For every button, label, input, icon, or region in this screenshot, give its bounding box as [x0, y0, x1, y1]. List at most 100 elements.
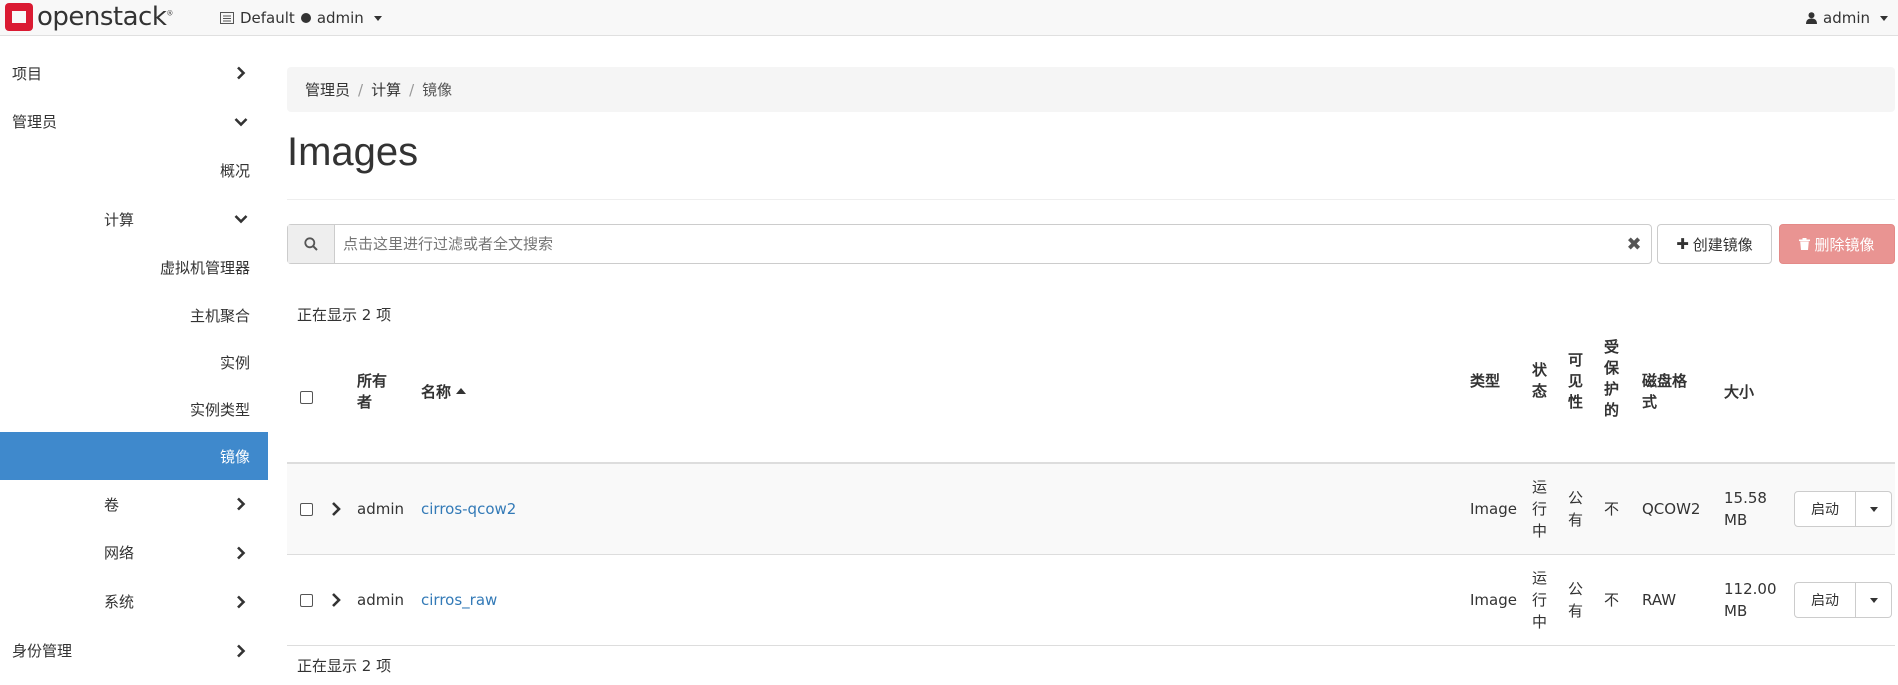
- sidebar-item[interactable]: 卷: [0, 480, 268, 528]
- search-input[interactable]: [335, 225, 1617, 263]
- chevron-down-icon: [1880, 15, 1888, 21]
- row-type: Image: [1470, 500, 1517, 518]
- sidebar-item[interactable]: 项目: [0, 49, 268, 97]
- breadcrumb-admin[interactable]: 管理员: [305, 79, 350, 100]
- col-owner[interactable]: 所有者: [357, 371, 387, 413]
- search-icon: [304, 237, 318, 251]
- create-image-button[interactable]: ✚ 创建镜像: [1657, 224, 1772, 264]
- create-image-label: 创建镜像: [1692, 235, 1753, 254]
- sidebar-item-label: 概况: [219, 162, 250, 180]
- chevron-down-icon: [373, 15, 382, 21]
- sidebar-item-label: 项目: [12, 64, 43, 83]
- divider: [287, 199, 1895, 200]
- chevron-right-icon: [237, 497, 246, 511]
- project-name: admin: [316, 9, 364, 27]
- table-row: admin cirros_raw Image 运行中 公有 不 RAW 112.…: [287, 555, 1895, 646]
- col-protected[interactable]: 受保护的: [1604, 337, 1619, 421]
- sidebar-item[interactable]: 计算: [0, 195, 268, 243]
- sidebar-item-label: 主机聚合: [189, 306, 250, 325]
- row-disk-format: QCOW2: [1642, 500, 1701, 518]
- sidebar-item[interactable]: 实例类型: [0, 386, 268, 432]
- clear-search-icon[interactable]: ✖: [1617, 225, 1651, 263]
- chevron-right-icon: [237, 546, 246, 559]
- breadcrumb-images: 镜像: [422, 81, 453, 99]
- sidebar-item[interactable]: 镜像: [0, 432, 268, 480]
- user-menu[interactable]: admin: [1806, 0, 1888, 36]
- chevron-right-icon: [237, 595, 246, 608]
- row-size: 15.58 MB: [1724, 489, 1767, 529]
- row-status: 运行中: [1532, 569, 1548, 631]
- col-visibility[interactable]: 可见性: [1568, 350, 1583, 413]
- item-count-bottom: 正在显示 2 项: [297, 657, 392, 675]
- sidebar-item-label: 身份管理: [12, 642, 73, 660]
- row-protected: 不: [1604, 500, 1620, 518]
- domain-name: Default: [240, 9, 295, 27]
- sidebar-item-label: 系统: [104, 593, 135, 611]
- row-status: 运行中: [1532, 478, 1548, 540]
- project-selector[interactable]: Default admin: [220, 0, 382, 36]
- col-type[interactable]: 类型: [1470, 371, 1500, 392]
- row-owner: admin: [357, 591, 404, 609]
- sidebar-item-label: 管理员: [12, 113, 58, 131]
- chevron-right-icon[interactable]: [330, 593, 342, 607]
- row-protected: 不: [1604, 591, 1620, 609]
- plus-icon: ✚: [1676, 235, 1689, 253]
- chevron-right-icon: [237, 66, 246, 80]
- sidebar-item[interactable]: 虚拟机管理器: [0, 243, 268, 292]
- chevron-right-icon: [237, 644, 246, 657]
- row-select-checkbox[interactable]: [300, 503, 313, 516]
- chevron-down-icon: [234, 117, 248, 126]
- sidebar: 项目管理员概况计算虚拟机管理器主机聚合实例实例类型镜像卷网络系统身份管理: [0, 49, 268, 675]
- sidebar-item[interactable]: 管理员: [0, 97, 268, 146]
- row-name-link[interactable]: cirros_raw: [421, 589, 497, 611]
- table-row: admin cirros-qcow2 Image 运行中 公有 不 QCOW2 …: [287, 464, 1895, 555]
- trash-icon: [1799, 238, 1811, 250]
- table-header: 所有者 名称 类型 状态 可见性 受保护的 磁盘格式 大小: [287, 330, 1895, 464]
- breadcrumb: 管理员 / 计算 / 镜像: [287, 67, 1895, 112]
- sidebar-item[interactable]: 身份管理: [0, 626, 268, 675]
- top-navbar: openstack® Default admin admin: [0, 0, 1898, 36]
- select-all-checkbox[interactable]: [300, 391, 313, 404]
- sort-ascending-icon: [456, 388, 467, 394]
- row-actions: 启动: [1794, 491, 1892, 527]
- breadcrumb-compute[interactable]: 计算: [371, 79, 401, 100]
- chevron-right-icon[interactable]: [330, 502, 342, 516]
- sidebar-item-label: 卷: [104, 495, 120, 514]
- sidebar-item-label: 网络: [104, 544, 135, 562]
- col-name[interactable]: 名称: [421, 382, 467, 403]
- sidebar-item-label: 虚拟机管理器: [159, 259, 250, 277]
- sidebar-item-label: 实例类型: [189, 400, 250, 419]
- sidebar-item[interactable]: 概况: [0, 146, 268, 195]
- col-size[interactable]: 大小: [1724, 382, 1754, 403]
- sidebar-item[interactable]: 网络: [0, 528, 268, 577]
- row-visibility: 公有: [1568, 580, 1584, 620]
- page-title: Images: [287, 130, 419, 174]
- sidebar-item-label: 计算: [104, 210, 135, 229]
- delete-images-button[interactable]: 删除镜像: [1779, 224, 1895, 264]
- sidebar-item[interactable]: 实例: [0, 338, 268, 386]
- row-disk-format: RAW: [1642, 591, 1677, 609]
- launch-button[interactable]: 启动: [1794, 582, 1856, 618]
- actions-dropdown-toggle[interactable]: [1856, 491, 1892, 527]
- openstack-logo[interactable]: openstack®: [5, 2, 173, 32]
- project-dot-icon: [300, 13, 311, 23]
- sidebar-item-label: 镜像: [219, 447, 250, 466]
- chevron-down-icon: [1869, 597, 1878, 603]
- launch-button[interactable]: 启动: [1794, 491, 1856, 527]
- sidebar-item[interactable]: 主机聚合: [0, 292, 268, 338]
- col-disk-format[interactable]: 磁盘格式: [1642, 371, 1687, 413]
- images-table: 所有者 名称 类型 状态 可见性 受保护的 磁盘格式 大小 admin cirr…: [287, 330, 1895, 646]
- delete-images-label: 删除镜像: [1814, 235, 1875, 254]
- chevron-down-icon: [234, 215, 248, 224]
- col-status[interactable]: 状态: [1532, 360, 1547, 402]
- row-visibility: 公有: [1568, 489, 1584, 529]
- filter-bar: ✖: [287, 224, 1652, 264]
- user-name: admin: [1823, 9, 1870, 27]
- actions-dropdown-toggle[interactable]: [1856, 582, 1892, 618]
- row-select-checkbox[interactable]: [300, 594, 313, 607]
- row-owner: admin: [357, 500, 404, 518]
- sidebar-item[interactable]: 系统: [0, 577, 268, 626]
- domain-icon: [220, 12, 234, 24]
- row-actions: 启动: [1794, 582, 1892, 618]
- row-name-link[interactable]: cirros-qcow2: [421, 498, 516, 520]
